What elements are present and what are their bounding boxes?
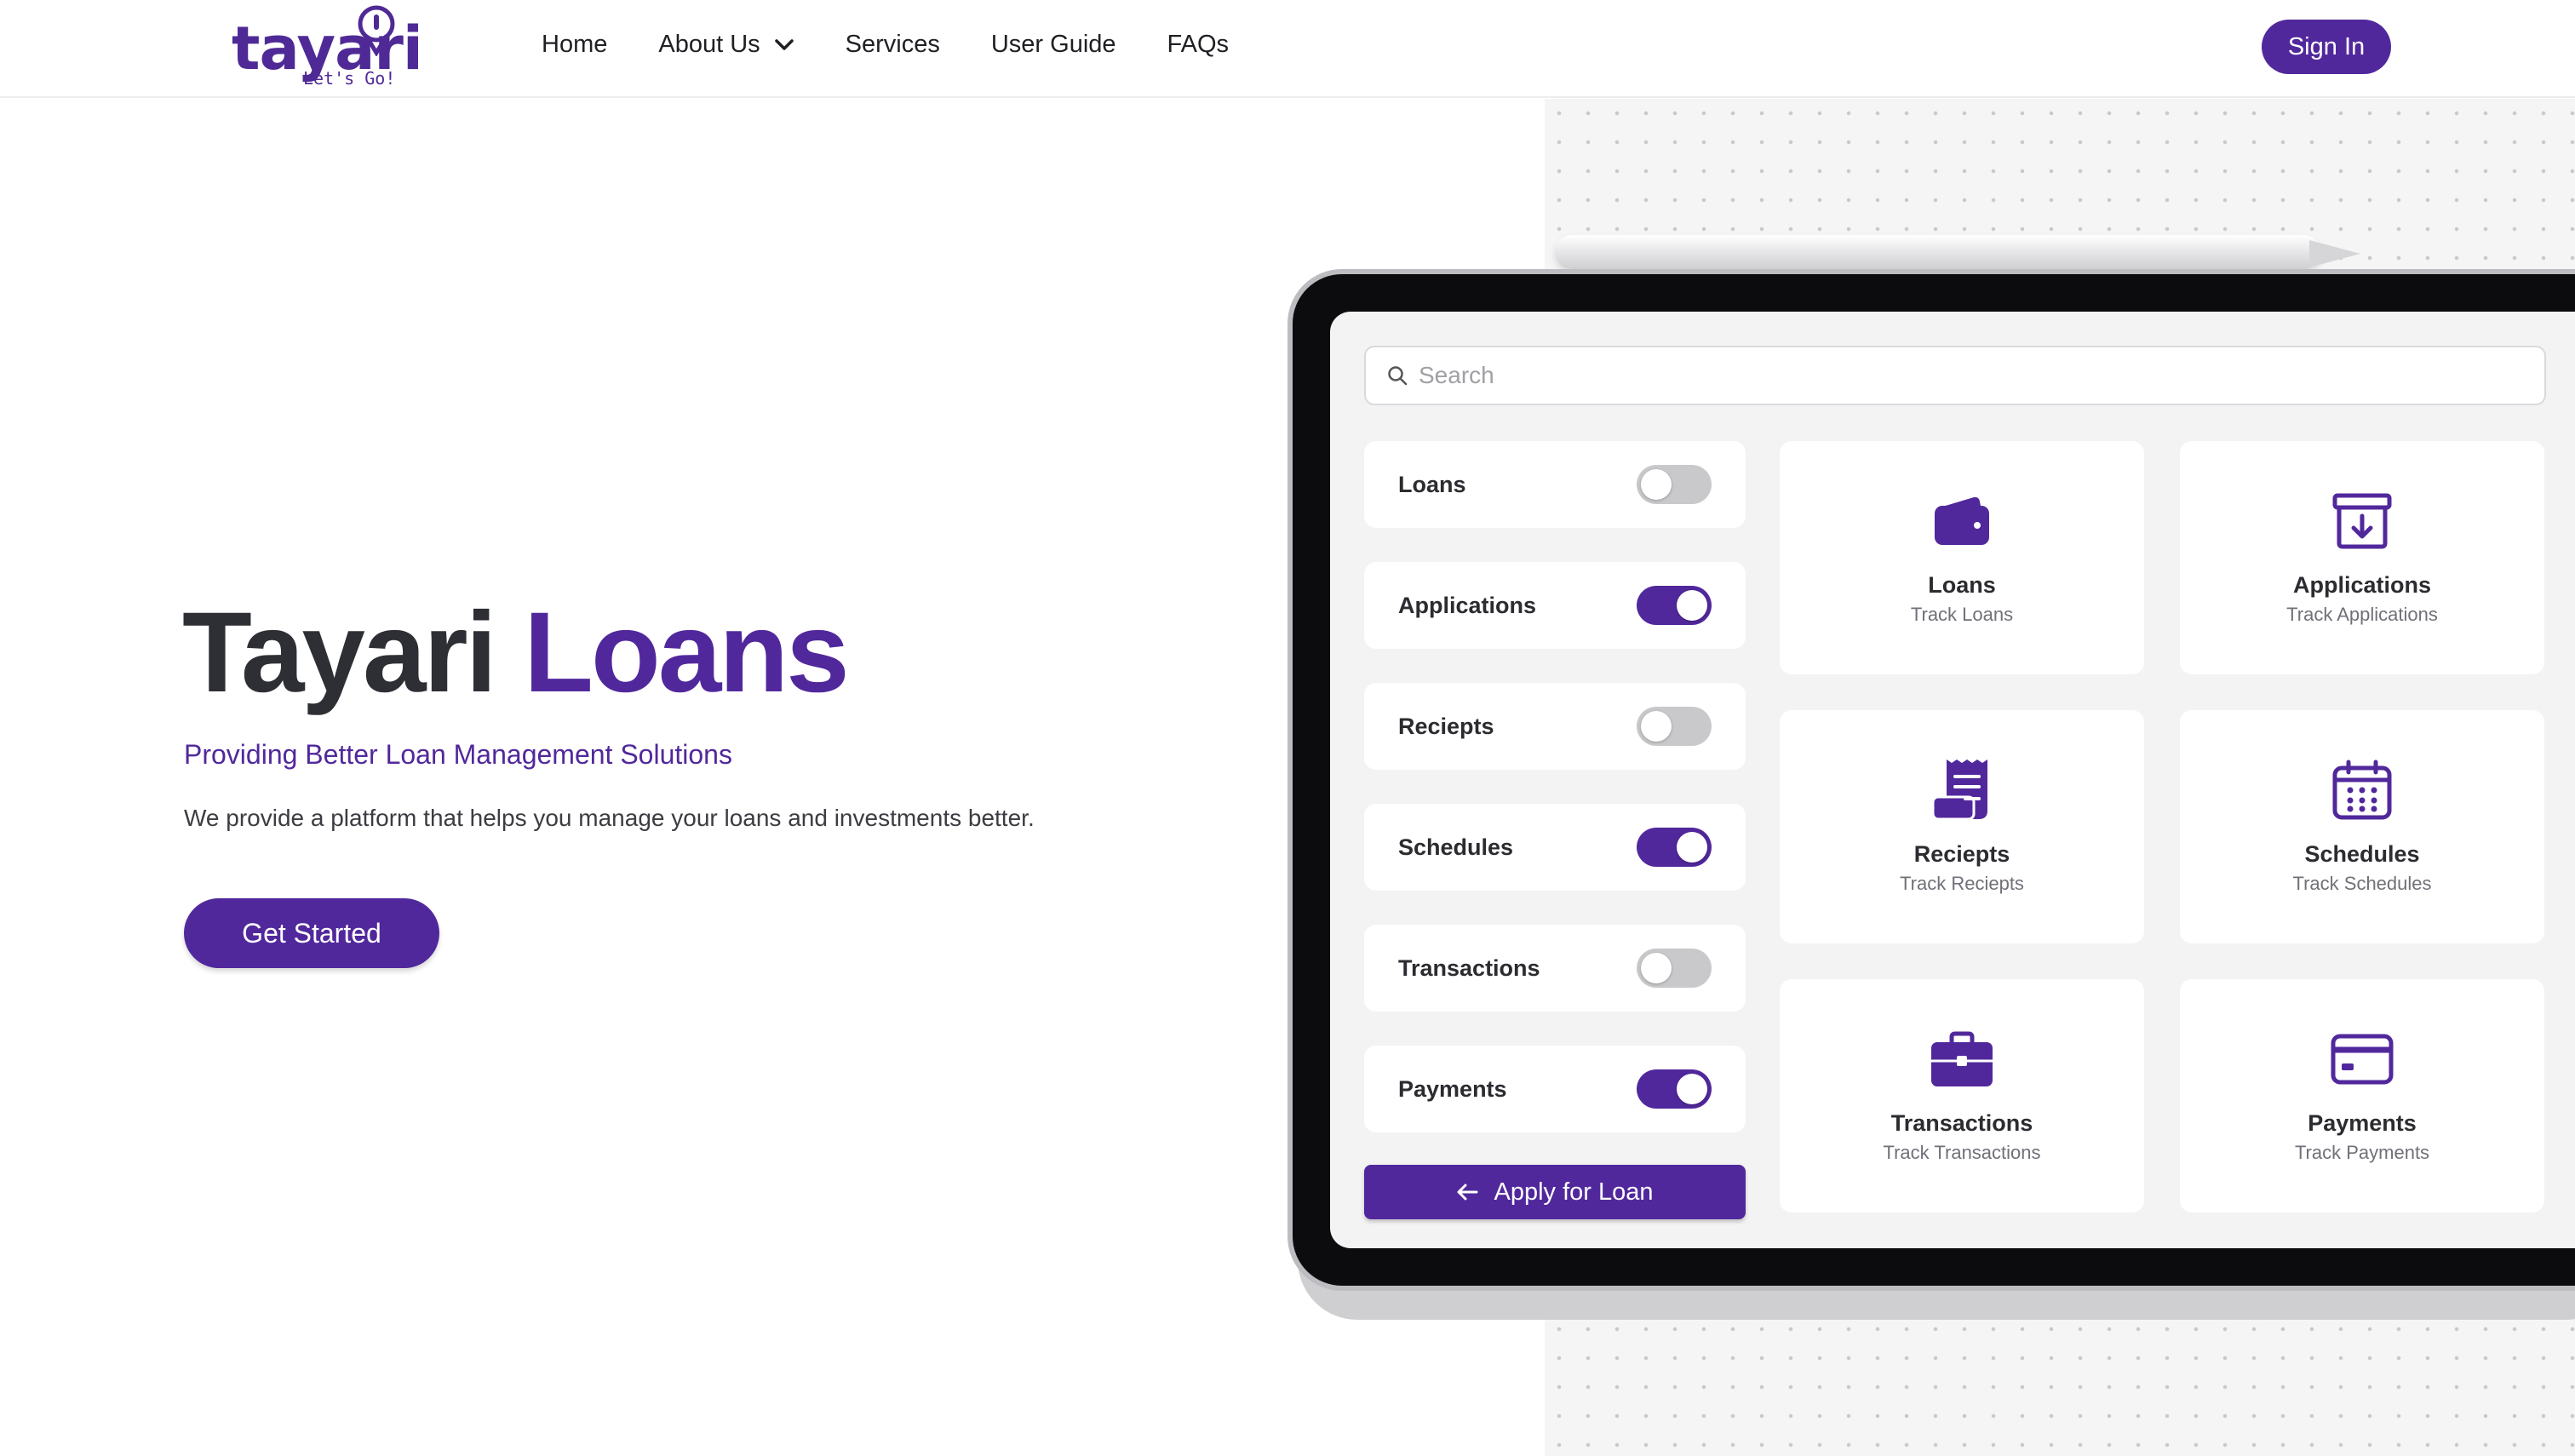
main-nav: Home About Us Services User Guide FAQs	[542, 31, 1280, 59]
receipt-icon	[1930, 758, 1994, 823]
toggle-label: Schedules	[1398, 834, 1514, 860]
card-subtitle: Track Loans	[1910, 604, 2014, 625]
card-applications[interactable]: Applications Track Applications	[2180, 441, 2544, 674]
toggle-switch-payments[interactable]	[1637, 1069, 1712, 1109]
card-loans[interactable]: Loans Track Loans	[1780, 441, 2144, 674]
toggle-label: Reciepts	[1398, 713, 1494, 739]
hero-title-part2: Loans	[524, 589, 850, 716]
logo[interactable]: tayari Let's Go!	[230, 5, 423, 90]
chevron-down-icon	[774, 38, 794, 50]
apply-for-loan-button[interactable]: Apply for Loan	[1364, 1165, 1746, 1219]
toggle-row-reciepts: Reciepts	[1364, 683, 1746, 770]
site-header: tayari Let's Go! Home About Us Services …	[0, 0, 2575, 98]
nav-user-guide[interactable]: User Guide	[991, 31, 1116, 59]
search-bar[interactable]	[1364, 346, 2546, 405]
logo-tagline: Let's Go!	[303, 68, 396, 89]
toggle-row-loans: Loans	[1364, 441, 1746, 528]
location-pin-icon	[358, 5, 395, 56]
card-title: Schedules	[2304, 841, 2420, 867]
card-subtitle: Track Transactions	[1883, 1142, 2041, 1163]
card-payments[interactable]: Payments Track Payments	[2180, 979, 2544, 1212]
toggle-row-schedules: Schedules	[1364, 804, 1746, 891]
page: tayari Let's Go! Home About Us Services …	[0, 0, 2575, 1456]
card-subtitle: Track Schedules	[2292, 873, 2432, 894]
nav-about-us[interactable]: About Us	[658, 31, 794, 59]
card-reciepts[interactable]: Reciepts Track Reciepts	[1780, 710, 2144, 943]
toggle-switch-schedules[interactable]	[1637, 828, 1712, 867]
hero-title: Tayari Loans	[182, 588, 850, 718]
toggle-row-payments: Payments	[1364, 1046, 1746, 1132]
toggle-switch-loans[interactable]	[1637, 465, 1712, 504]
nav-home[interactable]: Home	[542, 31, 607, 59]
toggle-row-transactions: Transactions	[1364, 925, 1746, 1012]
card-title: Transactions	[1890, 1110, 2033, 1136]
arrow-left-icon	[1456, 1183, 1478, 1201]
hero-subtitle: Providing Better Loan Management Solutio…	[184, 739, 732, 770]
hero-description: We provide a platform that helps you man…	[184, 805, 1035, 831]
nav-services[interactable]: Services	[846, 31, 940, 59]
toggle-switch-transactions[interactable]	[1637, 949, 1712, 988]
toggle-switch-reciepts[interactable]	[1637, 707, 1712, 746]
hero-title-part1: Tayari	[182, 589, 497, 716]
toggle-label: Payments	[1398, 1075, 1507, 1102]
credit-card-icon	[2330, 1027, 2394, 1092]
toggle-switch-applications[interactable]	[1637, 586, 1712, 625]
nav-about-us-label: About Us	[658, 31, 760, 58]
card-transactions[interactable]: Transactions Track Transactions	[1780, 979, 2144, 1212]
toggle-label: Applications	[1398, 592, 1537, 618]
nav-faqs[interactable]: FAQs	[1167, 31, 1230, 59]
sign-in-button[interactable]: Sign In	[2262, 20, 2391, 74]
search-input[interactable]	[1419, 362, 2526, 389]
stylus-pencil	[1555, 235, 2321, 269]
toggle-label: Transactions	[1398, 954, 1540, 981]
card-subtitle: Track Reciepts	[1900, 873, 2024, 894]
search-icon	[1388, 366, 1408, 386]
toggle-label: Loans	[1398, 471, 1466, 497]
calendar-icon	[2330, 758, 2394, 823]
card-title: Loans	[1928, 572, 1996, 598]
tablet-screen: Loans Applications Reciepts Schedules Tr…	[1330, 312, 2575, 1248]
card-title: Reciepts	[1913, 841, 2010, 867]
card-title: Applications	[2292, 572, 2431, 598]
stylus-tip	[2309, 240, 2360, 267]
card-subtitle: Track Applications	[2286, 604, 2438, 625]
wallet-icon	[1930, 489, 1994, 553]
toggle-row-applications: Applications	[1364, 562, 1746, 649]
briefcase-icon	[1930, 1027, 1994, 1092]
card-subtitle: Track Payments	[2294, 1142, 2430, 1163]
archive-download-icon	[2330, 489, 2394, 553]
get-started-button[interactable]: Get Started	[184, 898, 439, 968]
card-title: Payments	[2308, 1110, 2417, 1136]
card-schedules[interactable]: Schedules Track Schedules	[2180, 710, 2544, 943]
apply-for-loan-label: Apply for Loan	[1494, 1178, 1654, 1206]
